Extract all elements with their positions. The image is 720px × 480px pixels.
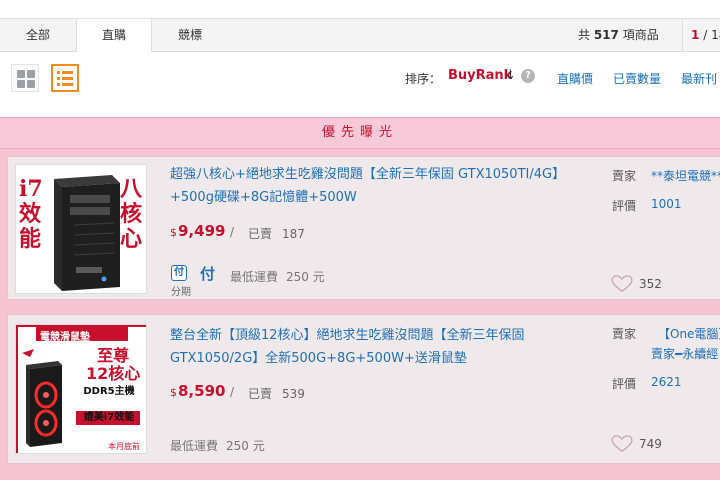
grid-view-icon-cell <box>27 80 35 88</box>
list-view-icon-dot <box>57 83 60 86</box>
sold-count: 已賣 539 <box>248 385 305 402</box>
tab-auction[interactable]: 競標 <box>152 19 228 52</box>
thumbnail-text: 核 <box>120 201 143 227</box>
rating-label: 評價 <box>612 377 637 391</box>
shipping-fee: 最低運費 250 元 <box>230 268 325 285</box>
rating-label: 評價 <box>612 199 637 213</box>
currency-symbol: $ <box>170 386 177 399</box>
product-title[interactable]: 超強八核心+絕地求生吃雞沒問題【全新三年保固 GTX1050TI/4G】+500… <box>170 163 590 209</box>
rating-value[interactable]: 2621 <box>651 375 682 389</box>
list-view-icon-line <box>62 83 73 86</box>
thumbnail-text: 效 <box>19 201 42 227</box>
sort-label: 排序： <box>405 72 442 86</box>
grid-view-icon-cell <box>27 70 35 78</box>
thumbnail-text: 心 <box>120 226 143 252</box>
help-icon[interactable]: ? <box>521 69 535 83</box>
seller-label: 賣家 <box>612 327 637 341</box>
pager-current[interactable]: 1 <box>691 28 699 42</box>
seller-name[interactable]: **泰坦電競** <box>651 167 720 184</box>
thumbnail-text: 至尊 <box>97 346 130 365</box>
sold-label: 已賣 <box>248 227 273 241</box>
thumbnail-lines: DDR5主機 【8G記憶體】 媲美i7效能 <box>78 385 144 424</box>
installment-pay-icon: 付 <box>171 265 187 281</box>
thumbnail-text: 12核心 <box>86 364 141 383</box>
pager: 1 / 18 <box>682 19 720 52</box>
list-view-button[interactable] <box>51 64 79 92</box>
seller-subtitle[interactable]: 賣家━永續經 <box>651 345 718 362</box>
shipping-label: 最低運費 <box>170 439 219 453</box>
sort-buyrank[interactable]: BuyRank <box>448 68 512 83</box>
heart-icon[interactable] <box>611 275 633 293</box>
tab-direct-buy[interactable]: 直購 <box>76 19 152 53</box>
grid-view-icon-cell <box>17 80 25 88</box>
product-card: i7 效 能 八 核 心 超強八核心+絕地求生吃雞沒問題【全新三年保固 GTX1… <box>7 156 720 300</box>
result-count-prefix: 共 <box>578 28 591 42</box>
product-thumbnail[interactable]: i7 效 能 八 核 心 <box>15 164 147 294</box>
sold-value: 187 <box>282 227 305 241</box>
thumbnail-right-text: 八 核 心 <box>120 177 142 252</box>
sort-sold-count[interactable]: 已賣數量 <box>613 70 661 87</box>
list-view-icon-line <box>62 77 73 80</box>
seller-name[interactable]: 【One電腦】 <box>658 325 720 342</box>
sold-count: 已賣 187 <box>248 225 305 242</box>
thumbnail-text: 能 <box>19 226 42 252</box>
like-count: 749 <box>639 437 662 451</box>
sold-label: 已賣 <box>248 387 273 401</box>
product-card: 電競滑鼠墊 至尊 12核心 DDR5主機 【8G記憶體】 媲美i7效能 本月底前… <box>7 314 720 464</box>
result-count-number: 517 <box>593 28 619 42</box>
thumbnail-text: i7 <box>19 176 43 202</box>
price-separator: / <box>230 385 235 399</box>
seller-label: 賣家 <box>612 169 637 183</box>
product-thumbnail[interactable]: 電競滑鼠墊 至尊 12核心 DDR5主機 【8G記憶體】 媲美i7效能 本月底前 <box>15 324 147 454</box>
pager-total: 18 <box>711 28 720 42</box>
thumbnail-text: DDR5主機 <box>83 386 135 397</box>
heart-icon[interactable] <box>611 435 633 453</box>
thumbnail-text: 媲美i7效能 <box>83 412 135 423</box>
product-title[interactable]: 整台全新【頂級12核心】絕地求生吃雞沒問題【全新三年保固 GTX1050/2G】… <box>170 324 590 370</box>
shipping-fee: 最低運費 250 元 <box>170 437 265 454</box>
list-view-icon-dot <box>57 77 60 80</box>
thumbnail-text: 【8G記憶體】 <box>78 399 144 410</box>
top-strip <box>0 0 720 18</box>
sort-direct-price[interactable]: 直購價 <box>557 70 593 87</box>
thumbnail-big-text: 至尊 12核心 <box>86 347 140 383</box>
price-separator: / <box>230 225 235 239</box>
price-value: 8,590 <box>178 382 226 400</box>
grid-view-button[interactable] <box>11 64 39 92</box>
installment-label: 分期 <box>171 287 191 298</box>
price-value: 9,499 <box>178 222 226 240</box>
list-view-icon-line <box>62 71 73 74</box>
sort-toolbar: 排序： BuyRank ↓ ? 直購價 已賣數量 最新刊 <box>0 52 720 104</box>
listing-tabbar: 全部 直購 競標 共 517 項商品 1 / 18 <box>0 18 720 53</box>
pay-badge-icon: 付 <box>200 265 216 283</box>
product-price: $8,590 <box>170 382 225 400</box>
product-listing-page: 全部 直購 競標 共 517 項商品 1 / 18 排序： <box>0 0 720 480</box>
shipping-value: 250 元 <box>226 439 265 453</box>
pager-separator: / <box>703 28 708 42</box>
result-count-suffix: 項商品 <box>622 28 659 42</box>
priority-section-header: 優先曝光 <box>0 117 720 149</box>
currency-symbol: $ <box>170 226 177 239</box>
thumbnail-footer: 本月底前 <box>108 442 140 451</box>
shipping-label: 最低運費 <box>230 270 279 284</box>
tab-all[interactable]: 全部 <box>0 19 76 52</box>
thumbnail-text: 八 <box>120 176 143 202</box>
sort-newest[interactable]: 最新刊 <box>681 70 717 87</box>
product-price: $9,499 <box>170 222 225 240</box>
result-count: 共 517 項商品 <box>578 19 659 52</box>
grid-view-icon <box>17 70 25 78</box>
shipping-value: 250 元 <box>286 270 325 284</box>
thumbnail-left-text: i7 效 能 <box>19 177 43 252</box>
sort-down-arrow-icon: ↓ <box>505 68 516 83</box>
list-view-icon <box>57 71 60 74</box>
like-count: 352 <box>639 277 662 291</box>
rating-value[interactable]: 1001 <box>651 197 682 211</box>
thumbnail-top-text: 電競滑鼠墊 <box>40 332 90 343</box>
sold-value: 539 <box>282 387 305 401</box>
